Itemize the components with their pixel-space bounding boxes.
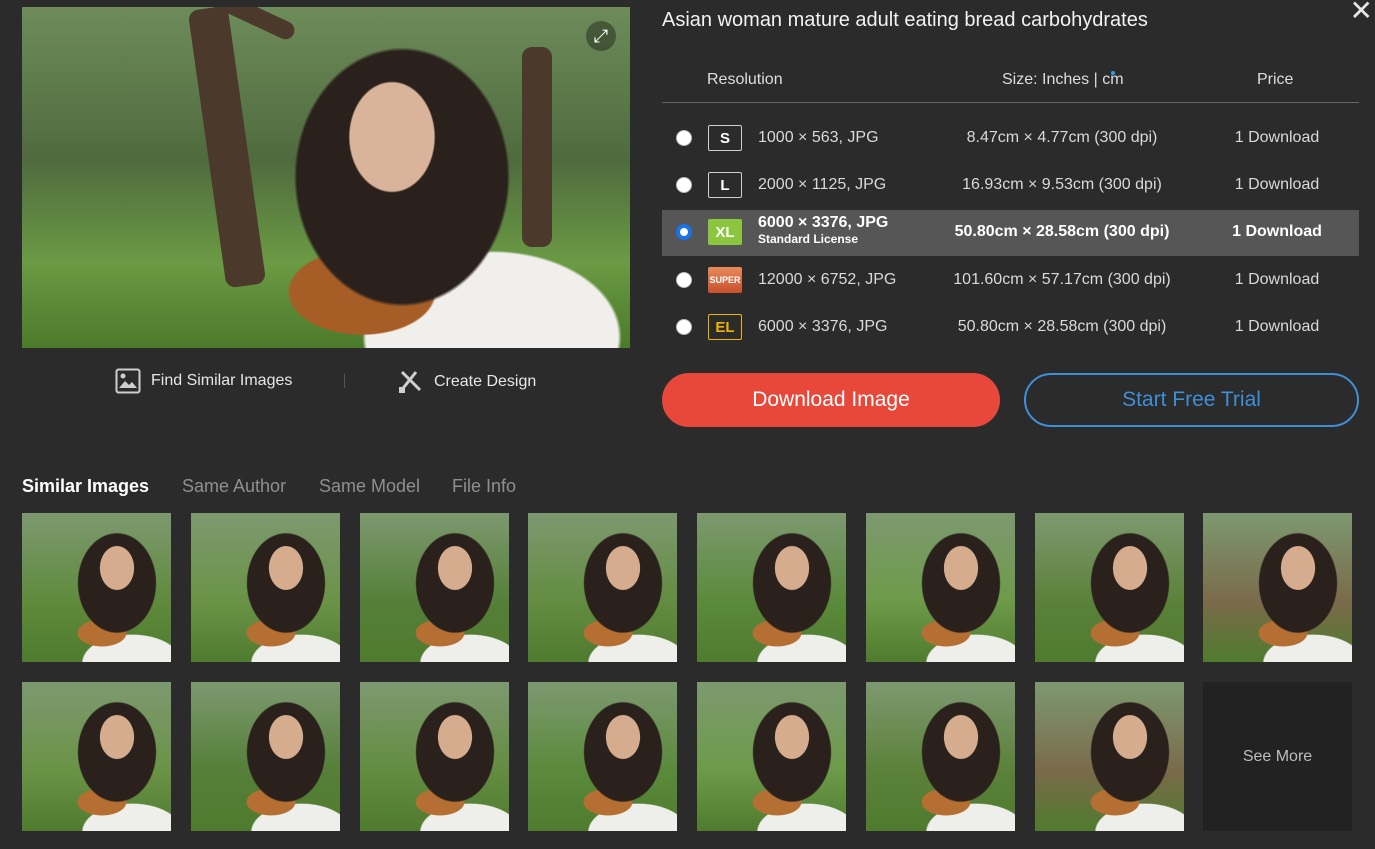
unit-indicator (1111, 71, 1115, 75)
similar-image-thumbnail[interactable] (360, 682, 509, 831)
table-row-l[interactable]: L 2000 × 1125, JPG 16.93cm × 9.53cm (300… (662, 163, 1359, 209)
find-similar-button[interactable]: Find Similar Images (115, 368, 292, 394)
see-more-button[interactable]: See More (1203, 682, 1352, 831)
design-tools-icon (398, 370, 422, 393)
similar-image-thumbnail[interactable] (528, 513, 677, 662)
price-value: 1 Download (1234, 318, 1320, 335)
resolution-value: 12000 × 6752, JPG (758, 271, 897, 288)
table-row-el[interactable]: EL 6000 × 3376, JPG 50.80cm × 28.58cm (3… (662, 305, 1359, 351)
tab-file-info[interactable]: File Info (452, 476, 516, 497)
create-design-label: Create Design (434, 373, 537, 390)
table-row-s[interactable]: S 1000 × 563, JPG 8.47cm × 4.77cm (300 d… (662, 116, 1359, 162)
resolution-value: 2000 × 1125, JPG (758, 176, 887, 193)
resolution-value: 1000 × 563, JPG (758, 129, 879, 146)
similar-image-thumbnail[interactable] (528, 682, 677, 831)
size-badge: L (708, 172, 742, 198)
similar-image-thumbnail[interactable] (22, 682, 171, 831)
similar-image-thumbnail[interactable] (1035, 682, 1184, 831)
header-price: Price (1257, 71, 1294, 88)
tab-similar-images[interactable]: Similar Images (22, 476, 149, 497)
size-badge: EL (708, 314, 742, 340)
radio-s[interactable] (676, 130, 692, 146)
table-row-super[interactable]: SUPER 12000 × 6752, JPG 101.60cm × 57.17… (662, 258, 1359, 304)
table-header: Resolution Size: Inches | cm Price (662, 66, 1359, 103)
price-value: 1 Download (1234, 176, 1320, 193)
resolution-text: 6000 × 3376, JPG (758, 214, 889, 231)
radio-super[interactable] (676, 272, 692, 288)
divider (344, 374, 345, 388)
size-value: 101.60cm × 57.17cm (300 dpi) (953, 271, 1171, 288)
similar-image-thumbnail[interactable] (697, 513, 846, 662)
size-badge: SUPER (708, 267, 742, 293)
tab-same-model[interactable]: Same Model (319, 476, 420, 497)
size-badge: XL (708, 219, 742, 245)
image-search-icon (115, 368, 141, 394)
similar-image-thumbnail[interactable] (697, 682, 846, 831)
size-badge: S (708, 125, 742, 151)
preview-image[interactable]: ⤢ (22, 7, 630, 348)
table-row-xl[interactable]: XL 6000 × 3376, JPG Standard License 50.… (662, 210, 1359, 256)
start-free-trial-button[interactable]: Start Free Trial (1024, 373, 1359, 427)
tab-same-author[interactable]: Same Author (182, 476, 286, 497)
similar-image-thumbnail[interactable] (866, 513, 1015, 662)
size-value: 16.93cm × 9.53cm (300 dpi) (962, 176, 1162, 193)
find-similar-label: Find Similar Images (151, 372, 293, 389)
create-design-button[interactable]: Create Design (396, 368, 536, 396)
similar-image-thumbnail[interactable] (1203, 513, 1352, 662)
similar-image-thumbnail[interactable] (22, 513, 171, 662)
similar-image-thumbnail[interactable] (1035, 513, 1184, 662)
image-title: Asian woman mature adult eating bread ca… (662, 9, 1148, 31)
resolution-value: 6000 × 3376, JPG (758, 318, 888, 335)
price-value: 1 Download (1234, 129, 1320, 146)
size-value: 8.47cm × 4.77cm (300 dpi) (966, 129, 1158, 146)
close-icon[interactable]: ✕ (1350, 0, 1373, 27)
license-label: Standard License (758, 232, 859, 246)
similar-image-thumbnail[interactable] (191, 682, 340, 831)
radio-l[interactable] (676, 177, 692, 193)
similar-image-thumbnail[interactable] (360, 513, 509, 662)
header-size[interactable]: Size: Inches | cm (1002, 71, 1124, 89)
radio-xl-selected[interactable] (676, 224, 692, 240)
price-value: 1 Download (1234, 271, 1320, 288)
similar-image-thumbnail[interactable] (191, 513, 340, 662)
download-image-button[interactable]: Download Image (662, 373, 1000, 427)
price-value: 1 Download (1232, 223, 1322, 240)
similar-image-thumbnail[interactable] (866, 682, 1015, 831)
resolution-value: 6000 × 3376, JPG Standard License (758, 215, 888, 247)
header-resolution: Resolution (707, 71, 783, 88)
size-value: 50.80cm × 28.58cm (300 dpi) (957, 318, 1167, 335)
size-value: 50.80cm × 28.58cm (300 dpi) (954, 223, 1170, 240)
radio-el[interactable] (676, 319, 692, 335)
expand-icon[interactable]: ⤢ (586, 21, 616, 51)
